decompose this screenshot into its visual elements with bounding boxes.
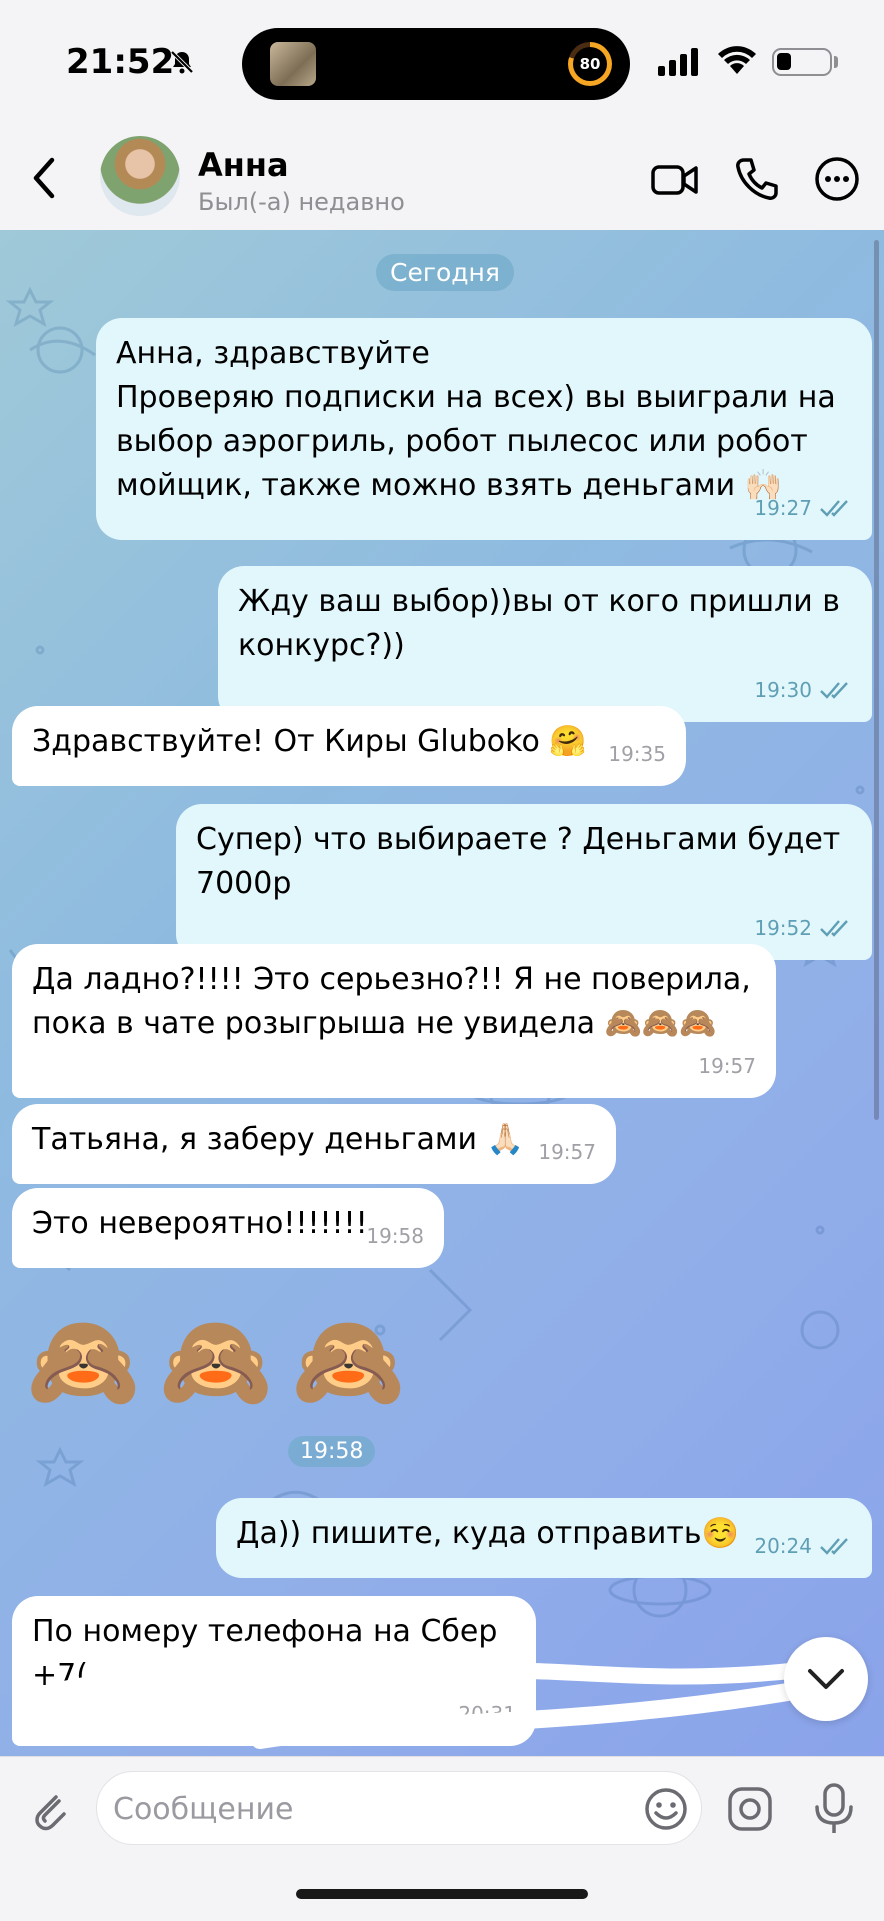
message-incoming[interactable]: Здравствуйте! От Киры Gluboko 🤗 19:35 bbox=[12, 706, 686, 786]
battery-icon bbox=[772, 48, 832, 76]
message-meta: 19:27 bbox=[754, 486, 852, 530]
read-checks-icon bbox=[820, 682, 848, 699]
message-time: 20:24 bbox=[754, 1534, 812, 1558]
scrollbar[interactable] bbox=[874, 240, 879, 1120]
message-meta: 20:24 bbox=[754, 1524, 852, 1568]
message-time: 19:27 bbox=[754, 496, 812, 520]
message-meta: 19:57 bbox=[538, 1130, 596, 1174]
message-emoji[interactable]: 🙈🙈🙈 bbox=[26, 1316, 424, 1408]
status-bar: 21:52 80 bbox=[0, 0, 884, 130]
scroll-to-bottom-button[interactable] bbox=[784, 1637, 868, 1721]
message-text: Супер) что выбираете ? Деньгами будет 70… bbox=[196, 822, 850, 901]
message-incoming[interactable]: Татьяна, я заберу деньгами 🙏🏻 19:57 bbox=[12, 1104, 616, 1184]
message-time: 19:58 bbox=[366, 1224, 424, 1248]
message-incoming[interactable]: Да ладно?!!!! Это серьезно?!! Я не повер… bbox=[12, 944, 776, 1098]
wifi-icon bbox=[718, 46, 756, 74]
message-field[interactable] bbox=[96, 1771, 702, 1845]
read-checks-icon bbox=[820, 500, 848, 517]
home-indicator bbox=[296, 1889, 588, 1899]
media-thumbnail bbox=[270, 42, 316, 86]
message-text: Жду ваш выбор))вы от кого пришли в конку… bbox=[238, 584, 850, 663]
status-time: 21:52 bbox=[66, 42, 175, 82]
redaction-scribble bbox=[60, 1662, 809, 1749]
smile-icon[interactable] bbox=[643, 1786, 689, 1832]
message-text: Анна, здравствуйте Проверяю подписки на … bbox=[116, 336, 836, 503]
message-text: Да ладно?!!!! Это серьезно?!! Я не повер… bbox=[32, 962, 761, 1041]
read-checks-icon bbox=[820, 920, 848, 937]
avatar[interactable] bbox=[100, 136, 180, 216]
emoji-message-time: 19:58 bbox=[288, 1436, 376, 1467]
progress-ring: 80 bbox=[568, 42, 612, 86]
message-outgoing[interactable]: Анна, здравствуйте Проверяю подписки на … bbox=[96, 318, 872, 540]
date-separator: Сегодня bbox=[376, 254, 514, 291]
bell-muted-icon bbox=[170, 50, 194, 74]
message-text: Это невероятно!!!!!!! bbox=[32, 1206, 368, 1241]
instagram-camera-icon[interactable] bbox=[726, 1785, 774, 1833]
chevron-down-icon bbox=[808, 1669, 844, 1689]
chevron-left-icon[interactable] bbox=[24, 152, 64, 204]
message-outgoing[interactable]: Супер) что выбираете ? Деньгами будет 70… bbox=[176, 804, 872, 960]
ring-value: 80 bbox=[573, 47, 607, 81]
message-input[interactable] bbox=[111, 1782, 615, 1836]
message-list[interactable]: Сегодня Анна, здравствуйте Проверяю подп… bbox=[0, 230, 884, 1756]
message-time: 19:30 bbox=[754, 678, 812, 702]
chat-header: Анна Был(-а) недавно bbox=[0, 130, 884, 231]
dynamic-island: 80 bbox=[242, 28, 630, 100]
message-meta: 19:57 bbox=[698, 1044, 756, 1088]
message-meta: 19:52 bbox=[754, 906, 852, 950]
more-circle-icon[interactable] bbox=[812, 154, 862, 204]
message-incoming[interactable]: Это невероятно!!!!!!! 19:58 bbox=[12, 1188, 444, 1268]
message-text: Здравствуйте! От Киры Gluboko 🤗 bbox=[32, 724, 587, 759]
presence-status: Был(-а) недавно bbox=[198, 188, 405, 216]
message-meta: 19:58 bbox=[366, 1214, 424, 1258]
video-camera-icon[interactable] bbox=[650, 154, 700, 204]
cellular-signal-icon bbox=[658, 48, 698, 76]
message-meta: 19:30 bbox=[754, 668, 852, 712]
message-meta: 19:35 bbox=[608, 732, 666, 776]
microphone-icon[interactable] bbox=[812, 1783, 856, 1835]
message-time: 19:57 bbox=[538, 1140, 596, 1164]
phone-icon[interactable] bbox=[732, 154, 782, 204]
message-outgoing[interactable]: Да)) пишите, куда отправить☺️ 20:24 bbox=[216, 1498, 872, 1578]
read-checks-icon bbox=[820, 1538, 848, 1555]
message-outgoing[interactable]: Жду ваш выбор))вы от кого пришли в конку… bbox=[218, 566, 872, 722]
message-text: Татьяна, я заберу деньгами 🙏🏻 bbox=[32, 1122, 524, 1157]
message-time: 19:57 bbox=[698, 1054, 756, 1078]
composer-bar bbox=[0, 1756, 884, 1921]
message-time: 19:52 bbox=[754, 916, 812, 940]
message-time: 19:35 bbox=[608, 742, 666, 766]
paperclip-icon[interactable] bbox=[26, 1787, 74, 1835]
contact-name[interactable]: Анна bbox=[198, 146, 289, 184]
